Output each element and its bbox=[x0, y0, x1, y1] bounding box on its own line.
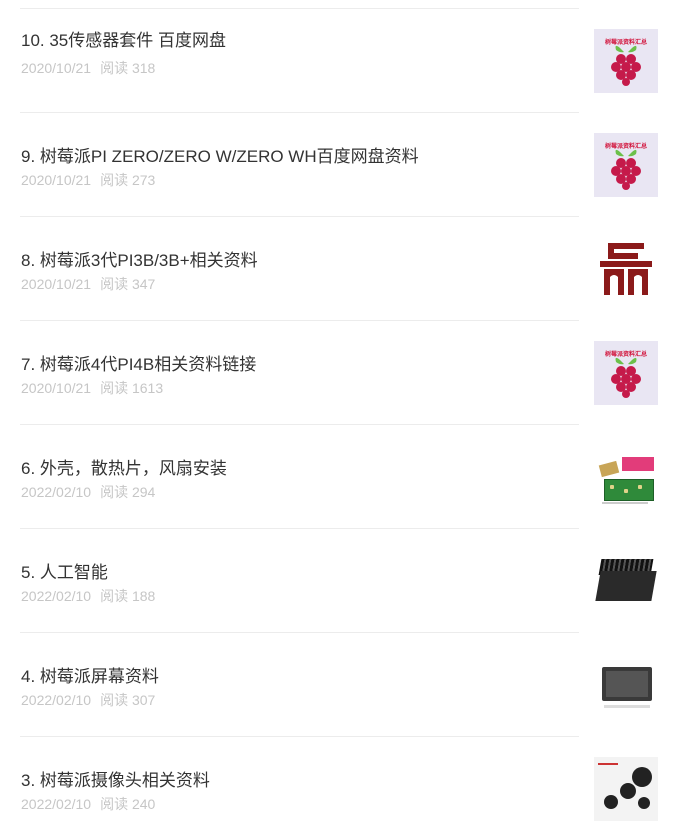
article-thumbnail[interactable] bbox=[594, 757, 658, 821]
raspberry-pi-icon bbox=[611, 149, 641, 190]
article-thumbnail[interactable] bbox=[594, 549, 658, 613]
article-thumbnail[interactable] bbox=[594, 653, 658, 717]
article-date: 2022/02/10 bbox=[21, 692, 92, 708]
article-reads: 阅读 294 bbox=[100, 484, 156, 500]
camera-lens bbox=[620, 783, 636, 799]
article-date: 2020/10/21 bbox=[21, 172, 92, 188]
article-title[interactable]: 10. 35传感器套件 百度网盘 bbox=[21, 26, 226, 51]
article-title[interactable]: 9. 树莓派PI ZERO/ZERO W/ZERO WH百度网盘资料 bbox=[21, 142, 419, 167]
raspberry-pi-icon bbox=[611, 45, 641, 86]
article-item[interactable]: 5. 人工智能 2022/02/10 阅读 188 bbox=[0, 520, 677, 633]
article-date: 2020/10/21 bbox=[21, 276, 92, 292]
camera-lens bbox=[632, 767, 652, 787]
board-image bbox=[604, 479, 654, 501]
article-reads: 阅读 347 bbox=[100, 276, 156, 292]
caption-bar bbox=[602, 502, 648, 504]
article-thumbnail[interactable]: 树莓派资料汇总 bbox=[594, 29, 658, 93]
article-date: 2022/02/10 bbox=[21, 484, 92, 500]
heatsink-image bbox=[598, 460, 620, 478]
article-thumbnail[interactable] bbox=[594, 237, 658, 301]
article-item[interactable]: 8. 树莓派3代PI3B/3B+相关资料 2020/10/21 阅读 347 bbox=[0, 208, 677, 321]
brand-logo-icon bbox=[600, 243, 652, 295]
article-title[interactable]: 8. 树莓派3代PI3B/3B+相关资料 bbox=[21, 246, 258, 271]
article-reads: 阅读 318 bbox=[100, 60, 156, 76]
component-dot bbox=[610, 485, 614, 489]
article-meta: 2022/02/10 阅读 240 bbox=[21, 794, 155, 814]
article-item[interactable]: 4. 树莓派屏幕资料 2022/02/10 阅读 307 bbox=[0, 624, 677, 737]
article-thumbnail[interactable] bbox=[594, 445, 658, 509]
raspberry-pi-icon bbox=[611, 357, 641, 398]
article-reads: 阅读 1613 bbox=[100, 380, 164, 396]
article-reads: 阅读 307 bbox=[100, 692, 156, 708]
article-title[interactable]: 4. 树莓派屏幕资料 bbox=[21, 662, 159, 687]
article-reads: 阅读 273 bbox=[100, 172, 156, 188]
article-date: 2022/02/10 bbox=[21, 588, 92, 604]
article-title[interactable]: 5. 人工智能 bbox=[21, 558, 108, 583]
article-meta: 2020/10/21 阅读 273 bbox=[21, 170, 155, 190]
article-thumbnail[interactable]: 树莓派资料汇总 bbox=[594, 341, 658, 405]
article-item[interactable]: 10. 35传感器套件 百度网盘 2020/10/21 阅读 318 树莓派资料汇… bbox=[0, 0, 677, 113]
article-date: 2022/02/10 bbox=[21, 796, 92, 812]
article-meta: 2020/10/21 阅读 318 bbox=[21, 58, 155, 78]
article-meta: 2022/02/10 阅读 307 bbox=[21, 690, 155, 710]
article-item[interactable]: 6. 外壳，散热片，风扇安装 2022/02/10 阅读 294 bbox=[0, 416, 677, 529]
component-dot bbox=[624, 489, 628, 493]
article-meta: 2020/10/21 阅读 347 bbox=[21, 274, 155, 294]
screen-glass bbox=[606, 671, 648, 697]
article-meta: 2022/02/10 阅读 294 bbox=[21, 482, 155, 502]
article-date: 2020/10/21 bbox=[21, 60, 92, 76]
article-meta: 2020/10/21 阅读 1613 bbox=[21, 378, 163, 398]
camera-lens bbox=[604, 795, 618, 809]
article-meta: 2022/02/10 阅读 188 bbox=[21, 586, 155, 606]
component-dot bbox=[638, 485, 642, 489]
article-reads: 阅读 240 bbox=[100, 796, 156, 812]
article-date: 2020/10/21 bbox=[21, 380, 92, 396]
article-title[interactable]: 7. 树莓派4代PI4B相关资料链接 bbox=[21, 350, 256, 375]
camera-lens bbox=[638, 797, 650, 809]
brand-strip bbox=[598, 763, 618, 765]
product-label bbox=[622, 457, 654, 471]
article-item[interactable]: 7. 树莓派4代PI4B相关资料链接 2020/10/21 阅读 1613 树莓派… bbox=[0, 312, 677, 425]
article-thumbnail[interactable]: 树莓派资料汇总 bbox=[594, 133, 658, 197]
article-item[interactable]: 3. 树莓派摄像头相关资料 2022/02/10 阅读 240 bbox=[0, 728, 677, 832]
article-title[interactable]: 3. 树莓派摄像头相关资料 bbox=[21, 766, 210, 791]
article-reads: 阅读 188 bbox=[100, 588, 156, 604]
article-item[interactable]: 9. 树莓派PI ZERO/ZERO W/ZERO WH百度网盘资料 2020/… bbox=[0, 104, 677, 217]
screen-shadow bbox=[604, 705, 650, 708]
device-body bbox=[595, 571, 657, 601]
article-title[interactable]: 6. 外壳，散热片，风扇安装 bbox=[21, 454, 227, 479]
